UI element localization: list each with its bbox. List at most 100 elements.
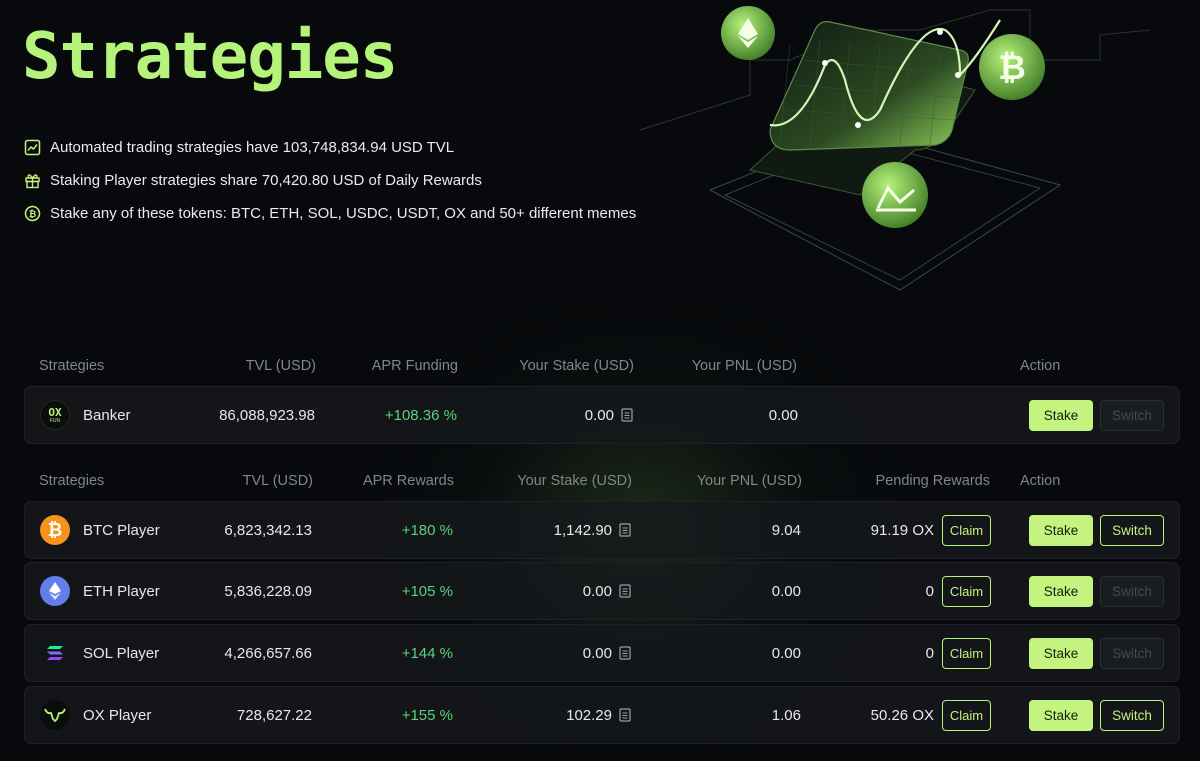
strategy-name-cell: ETH Player: [40, 563, 160, 619]
document-icon[interactable]: [619, 584, 631, 598]
chart-trend-icon: [24, 139, 41, 156]
stake-cell: 0.00: [583, 625, 631, 681]
page-title: Strategies: [22, 20, 398, 94]
apr-value: +155 %: [401, 706, 453, 724]
header-your-pnl: Your PNL (USD): [691, 358, 797, 374]
pnl-value: 9.04: [771, 521, 801, 539]
strategy-name: OX Player: [83, 706, 152, 724]
strategy-name: Banker: [83, 406, 131, 424]
info-text-tokens: Stake any of these tokens: BTC, ETH, SOL…: [50, 205, 637, 222]
strategy-row-ox-player: OX Player 728,627.22 +155 % 102.29 1.06 …: [24, 686, 1180, 744]
claim-button[interactable]: Claim: [942, 700, 991, 731]
strategy-row-eth-player: ETH Player 5,836,228.09 +105 % 0.00 0.00…: [24, 562, 1180, 620]
ox-bull-logo-icon: [40, 700, 70, 730]
bitcoin-coin-icon: ₿: [24, 205, 41, 222]
document-icon[interactable]: [619, 523, 631, 537]
header-your-stake: Your Stake (USD): [519, 358, 634, 374]
stake-cell: 102.29: [566, 687, 631, 743]
pnl-value: 0.00: [768, 406, 798, 424]
claim-button[interactable]: Claim: [942, 638, 991, 669]
info-text-rewards: Staking Player strategies share 70,420.8…: [50, 172, 482, 189]
stake-value: 102.29: [566, 706, 612, 724]
svg-text:₿: ₿: [998, 48, 1026, 88]
tvl-value: 728,627.22: [236, 706, 312, 724]
stake-cell: 1,142.90: [554, 502, 631, 558]
strategy-name-cell: OX FUN Banker: [40, 387, 131, 443]
funding-table-header: Strategies TVL (USD) APR Funding Your St…: [24, 358, 1180, 378]
stake-value: 0.00: [582, 644, 612, 662]
tvl-value: 5,836,228.09: [224, 582, 312, 600]
bitcoin-logo-icon: ₿: [40, 515, 70, 545]
stake-cell: 0.00: [585, 387, 633, 443]
ethereum-logo-icon: [40, 576, 70, 606]
info-text-tvl: Automated trading strategies have 103,74…: [50, 139, 455, 156]
stake-value: 0.00: [584, 406, 614, 424]
pending-rewards-value: 50.26 OX: [870, 706, 934, 724]
stake-button[interactable]: Stake: [1029, 400, 1093, 431]
pnl-value: 0.00: [771, 644, 801, 662]
pending-rewards-value: 0: [925, 582, 934, 600]
switch-button[interactable]: Switch: [1100, 400, 1164, 431]
stake-value: 1,142.90: [553, 521, 612, 539]
pending-rewards-value: 91.19 OX: [870, 521, 934, 539]
player-table-header: Strategies TVL (USD) APR Rewards Your St…: [24, 473, 1180, 493]
info-row-rewards: Staking Player strategies share 70,420.8…: [24, 164, 636, 197]
strategy-name-cell: SOL Player: [40, 625, 159, 681]
header-pending-rewards: Pending Rewards: [875, 473, 990, 489]
header-your-stake: Your Stake (USD): [517, 473, 632, 489]
strategy-name: ETH Player: [83, 582, 160, 600]
strategy-row-sol-player: SOL Player 4,266,657.66 +144 % 0.00 0.00…: [24, 624, 1180, 682]
strategy-name-cell: OX Player: [40, 687, 151, 743]
switch-button[interactable]: Switch: [1100, 576, 1164, 607]
chart-coin-icon: [862, 162, 928, 228]
strategy-name-cell: ₿ BTC Player: [40, 502, 160, 558]
stake-button[interactable]: Stake: [1029, 700, 1093, 731]
header-apr-rewards: APR Rewards: [362, 473, 454, 489]
header-strategies: Strategies: [39, 473, 105, 489]
pnl-value: 1.06: [771, 706, 801, 724]
apr-value: +105 %: [401, 582, 453, 600]
claim-button[interactable]: Claim: [942, 515, 991, 546]
hero-illustration: ₿: [639, 6, 1151, 291]
stake-button[interactable]: Stake: [1029, 515, 1093, 546]
stake-value: 0.00: [582, 582, 612, 600]
apr-value: +180 %: [401, 521, 453, 539]
apr-value: +108.36 %: [384, 406, 457, 424]
header-tvl: TVL (USD): [242, 473, 313, 489]
strategy-name: SOL Player: [83, 644, 160, 662]
info-row-tokens: ₿ Stake any of these tokens: BTC, ETH, S…: [24, 197, 636, 230]
header-action: Action: [1020, 358, 1061, 374]
claim-button[interactable]: Claim: [942, 576, 991, 607]
stake-cell: 0.00: [583, 563, 631, 619]
stake-button[interactable]: Stake: [1029, 576, 1093, 607]
pnl-value: 0.00: [771, 582, 801, 600]
gift-icon: [25, 174, 40, 189]
switch-button[interactable]: Switch: [1100, 700, 1164, 731]
document-icon[interactable]: [619, 646, 631, 660]
strategy-row-btc-player: ₿ BTC Player 6,823,342.13 +180 % 1,142.9…: [24, 501, 1180, 559]
header-tvl: TVL (USD): [245, 358, 316, 374]
pending-rewards-value: 0: [925, 644, 934, 662]
header-your-pnl: Your PNL (USD): [696, 473, 802, 489]
stake-button[interactable]: Stake: [1029, 638, 1093, 669]
switch-button[interactable]: Switch: [1100, 515, 1164, 546]
tvl-value: 4,266,657.66: [224, 644, 312, 662]
apr-value: +144 %: [401, 644, 453, 662]
stats-info-list: Automated trading strategies have 103,74…: [24, 131, 636, 230]
tvl-value: 6,823,342.13: [224, 521, 312, 539]
document-icon[interactable]: [621, 408, 633, 422]
bitcoin-coin-3d-icon: ₿: [979, 34, 1045, 100]
header-action: Action: [1020, 473, 1061, 489]
switch-button[interactable]: Switch: [1100, 638, 1164, 669]
header-strategies: Strategies: [39, 358, 105, 374]
solana-logo-icon: [40, 638, 70, 668]
strategy-row-banker: OX FUN Banker 86,088,923.98 +108.36 % 0.…: [24, 386, 1180, 444]
tvl-value: 86,088,923.98: [219, 406, 315, 424]
ox-fun-logo-icon: OX FUN: [40, 400, 70, 430]
svg-text:₿: ₿: [29, 209, 36, 220]
strategy-name: BTC Player: [83, 521, 160, 539]
info-row-tvl: Automated trading strategies have 103,74…: [24, 131, 636, 164]
document-icon[interactable]: [619, 708, 631, 722]
ethereum-coin-icon: [721, 6, 775, 60]
header-apr-funding: APR Funding: [371, 358, 458, 374]
